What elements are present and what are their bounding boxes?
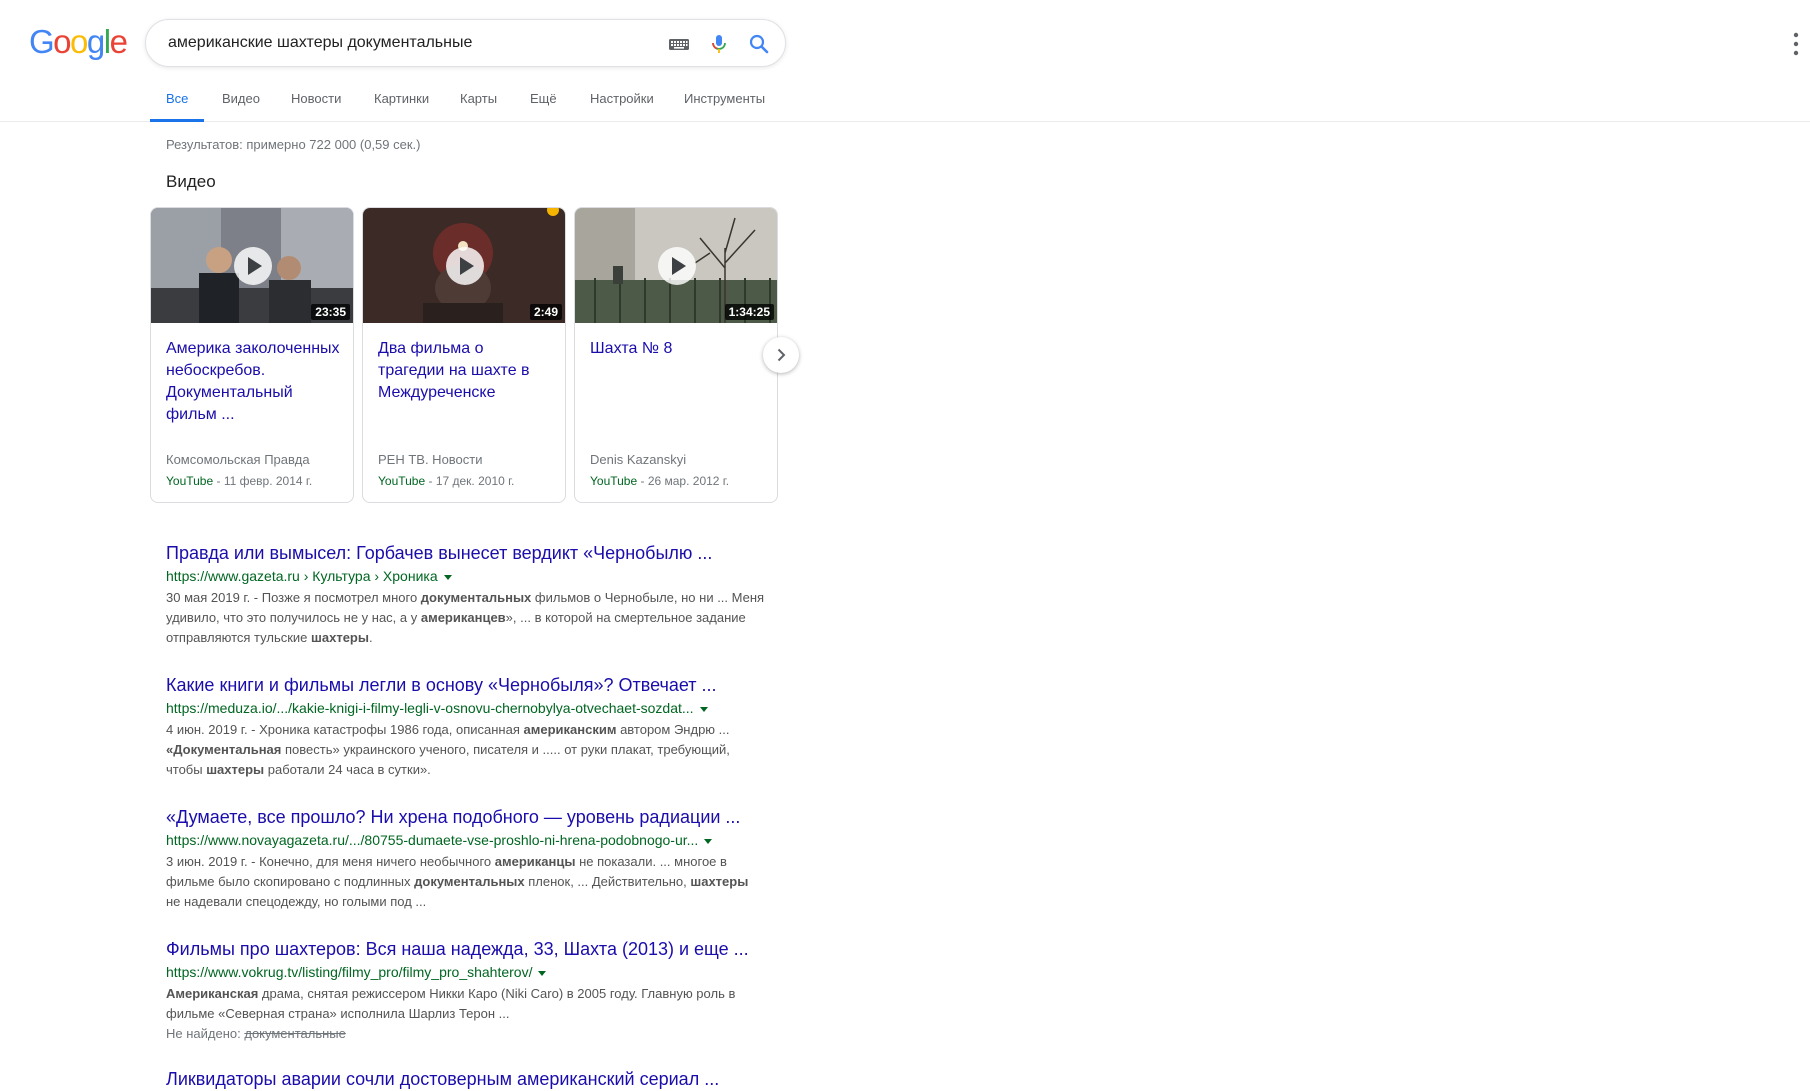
result-snippet: 4 июн. 2019 г. - Хроника катастрофы 1986… (166, 720, 766, 780)
video-title[interactable]: Два фильма о трагедии на шахте в Междуре… (378, 338, 553, 404)
play-icon (658, 247, 696, 285)
video-date: - 11 февр. 2014 г. (213, 474, 313, 488)
play-icon (446, 247, 484, 285)
snippet-text: 30 мая 2019 г. - Позже я посмотрел много (166, 590, 421, 605)
video-site: YouTube (166, 474, 214, 488)
logo-letter: e (109, 23, 128, 60)
snippet-highlight: американцы (494, 854, 576, 869)
video-thumbnail[interactable]: 2:49 (363, 208, 565, 323)
video-title[interactable]: Америка заколоченных небоскребов. Докуме… (166, 338, 341, 426)
snippet-text: 4 июн. 2019 г. - Хроника катастрофы 1986… (166, 722, 524, 737)
carousel-next-button[interactable] (763, 337, 799, 373)
result-url[interactable]: https://www.gazeta.ru › Культура › Хрони… (166, 567, 766, 585)
tab-video[interactable]: Видео (222, 84, 260, 122)
search-result: Фильмы про шахтеров: Вся наша надежда, 3… (166, 937, 766, 1044)
tab-settings[interactable]: Настройки (590, 84, 654, 122)
snippet-text: работали 24 часа в сутки». (264, 762, 431, 777)
result-title[interactable]: Ликвидаторы аварии сочли достоверным аме… (166, 1067, 719, 1091)
result-title[interactable]: Правда или вымысел: Горбачев вынесет вер… (166, 541, 766, 565)
snippet-text: автором Эндрю ... (616, 722, 730, 737)
result-title[interactable]: Какие книги и фильмы легли в основу «Чер… (166, 673, 766, 697)
tab-images[interactable]: Картинки (374, 84, 429, 122)
video-meta: YouTube - 17 дек. 2010 г. (378, 474, 514, 488)
result-url-text: https://meduza.io/.../kakie-knigi-i-film… (166, 700, 694, 716)
video-source: РЕН ТВ. Новости (378, 452, 483, 467)
search-result: Какие книги и фильмы легли в основу «Чер… (166, 673, 766, 780)
caret-down-icon[interactable] (704, 838, 713, 844)
tab-more[interactable]: Ещё (530, 84, 557, 122)
logo-letter: o (70, 23, 88, 60)
video-source: Комсомольская Правда (166, 452, 310, 467)
video-meta: YouTube - 11 февр. 2014 г. (166, 474, 312, 488)
apps-icon[interactable] (1792, 32, 1800, 56)
result-snippet: Американская драма, снятая режиссером Ни… (166, 984, 766, 1024)
result-url[interactable]: https://www.vokrug.tv/listing/filmy_pro/… (166, 963, 766, 981)
caret-down-icon[interactable] (538, 970, 547, 976)
result-url-text: https://www.novayagazeta.ru/.../80755-du… (166, 832, 699, 848)
tab-all[interactable]: Все (149, 84, 206, 122)
missing-word: документальные (244, 1026, 346, 1041)
header: Google американские шахтеры документальн… (0, 0, 1810, 122)
search-result: Правда или вымысел: Горбачев вынесет вер… (166, 541, 766, 648)
snippet-text: пленок, ... Действительно, (524, 874, 691, 889)
tab-news[interactable]: Новости (291, 84, 341, 122)
result-url[interactable]: https://meduza.io/.../kakie-knigi-i-film… (166, 699, 766, 717)
result-url-text: https://www.vokrug.tv/listing/filmy_pro/… (166, 964, 533, 980)
video-card[interactable]: 1:34:25 Шахта № 8 Denis Kazanskyi YouTub… (574, 207, 778, 503)
snippet-text: не надевали спецодежду, но голыми под ..… (166, 894, 427, 909)
google-logo[interactable]: Google (29, 23, 128, 60)
snippet-highlight: «Документальная (166, 742, 282, 757)
search-box (145, 19, 786, 67)
search-result: «Думаете, все прошло? Ни хрена подобного… (166, 805, 766, 912)
microphone-icon[interactable] (707, 32, 731, 56)
video-source: Denis Kazanskyi (590, 452, 687, 467)
result-missing-terms: Не найдено: документальные (166, 1024, 766, 1044)
video-thumbnail[interactable]: 1:34:25 (575, 208, 777, 323)
snippet-highlight: документальных (420, 590, 532, 605)
result-snippet: 30 мая 2019 г. - Позже я посмотрел много… (166, 588, 766, 648)
snippet-highlight: документальных (414, 874, 525, 889)
result-title[interactable]: Фильмы про шахтеров: Вся наша надежда, 3… (166, 937, 766, 961)
result-url[interactable]: https://www.novayagazeta.ru/.../80755-du… (166, 831, 766, 849)
snippet-highlight: шахтеры (206, 762, 265, 777)
result-stats: Результатов: примерно 722 000 (0,59 сек.… (166, 137, 421, 152)
search-input[interactable] (166, 31, 606, 55)
snippet-highlight: американским (523, 722, 617, 737)
snippet-highlight: Американская (166, 986, 259, 1001)
video-site: YouTube (590, 474, 638, 488)
snippet-highlight: американцев (420, 610, 506, 625)
video-date: - 17 дек. 2010 г. (425, 474, 515, 488)
video-duration: 1:34:25 (724, 304, 774, 320)
video-thumbnail[interactable]: 23:35 (151, 208, 353, 323)
chevron-right-icon (777, 348, 786, 362)
video-meta: YouTube - 26 мар. 2012 г. (590, 474, 729, 488)
result-snippet: 3 июн. 2019 г. - Конечно, для меня ничег… (166, 852, 766, 912)
snippet-text: . (368, 630, 373, 645)
result-url-text: https://www.gazeta.ru › Культура › Хрони… (166, 568, 438, 584)
play-icon (234, 247, 272, 285)
caret-down-icon[interactable] (699, 706, 708, 712)
video-card[interactable]: 23:35 Америка заколоченных небоскребов. … (150, 207, 354, 503)
videos-heading: Видео (166, 172, 216, 191)
logo-letter: o (53, 23, 71, 60)
snippet-highlight: шахтеры (311, 630, 369, 645)
result-title[interactable]: «Думаете, все прошло? Ни хрена подобного… (166, 805, 766, 829)
search-icon[interactable] (747, 32, 771, 56)
video-date: - 26 мар. 2012 г. (637, 474, 730, 488)
keyboard-icon[interactable] (667, 32, 691, 56)
video-site: YouTube (378, 474, 426, 488)
video-title[interactable]: Шахта № 8 (590, 338, 765, 360)
tab-tools[interactable]: Инструменты (684, 84, 765, 122)
video-duration: 23:35 (311, 304, 350, 320)
video-duration: 2:49 (529, 304, 562, 320)
caret-down-icon[interactable] (443, 574, 452, 580)
snippet-highlight: шахтеры (690, 874, 749, 889)
logo-letter: g (86, 23, 105, 60)
snippet-text: 3 июн. 2019 г. - Конечно, для меня ничег… (166, 854, 495, 869)
missing-label: Не найдено: (166, 1026, 245, 1041)
logo-letter: G (29, 23, 55, 60)
video-card[interactable]: 2:49 Два фильма о трагедии на шахте в Ме… (362, 207, 566, 503)
tab-maps[interactable]: Карты (460, 84, 497, 122)
